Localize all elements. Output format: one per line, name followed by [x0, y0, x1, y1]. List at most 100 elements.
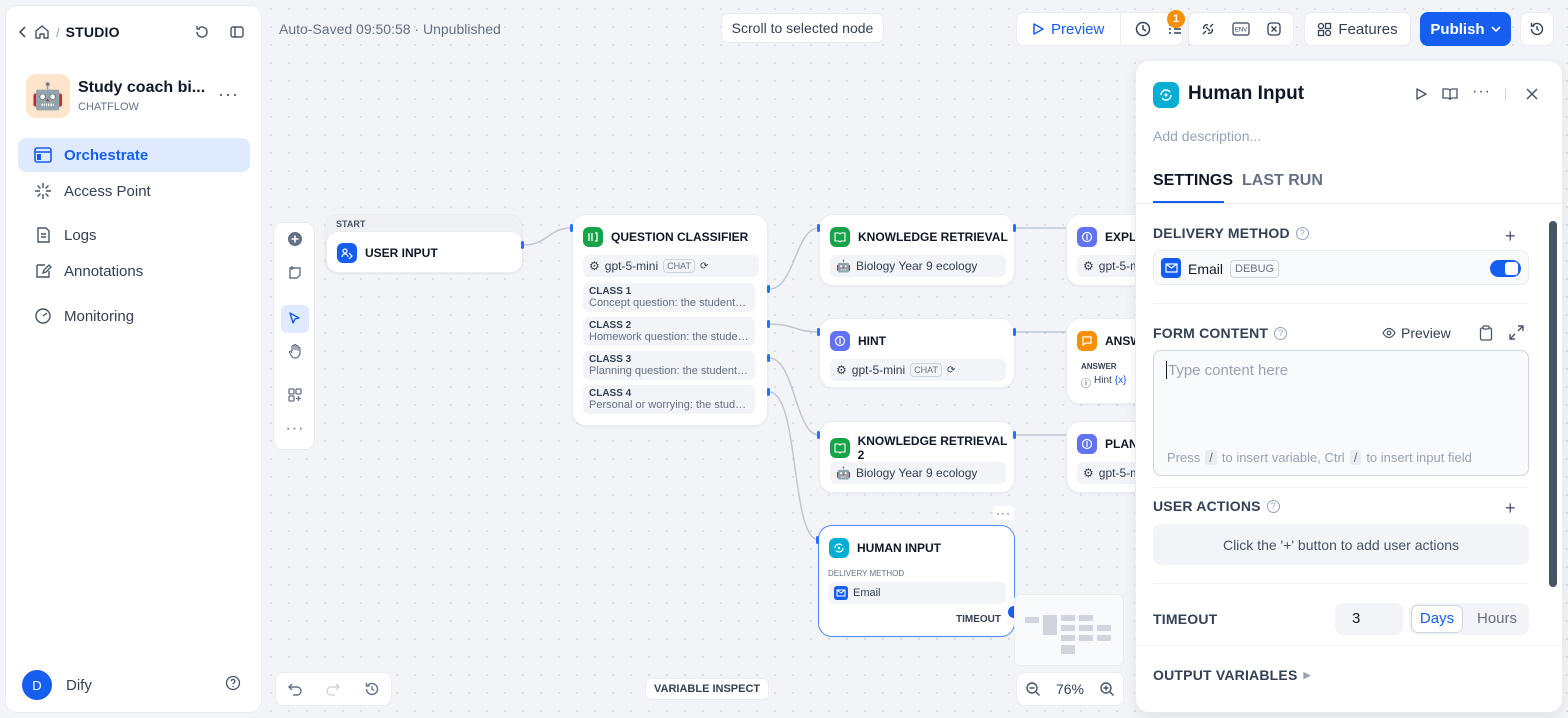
timeout-unit-toggle: Days Hours	[1409, 603, 1529, 635]
node-handle[interactable]	[521, 241, 524, 249]
delivery-chip: Email	[828, 582, 1006, 604]
node-handle[interactable]	[817, 224, 820, 232]
form-preview-button[interactable]: Preview	[1382, 325, 1451, 341]
timeout-input[interactable]: 3	[1335, 603, 1403, 635]
node-handle[interactable]	[817, 328, 820, 336]
model-chip: ⚙ gpt-5-mini CHAT ⟳	[583, 255, 759, 277]
delivery-method-row: Email DEBUG	[1153, 250, 1529, 285]
llm-icon	[830, 331, 850, 351]
mail-icon	[834, 586, 848, 600]
zoom-level[interactable]: 76%	[1056, 681, 1084, 697]
node-title: USER INPUT	[365, 246, 438, 260]
node-title: KNOWLEDGE RETRIEVAL 2	[857, 434, 1008, 462]
node-handle[interactable]	[1013, 431, 1016, 439]
openai-icon: ⚙	[836, 363, 847, 377]
close-icon[interactable]	[1526, 88, 1538, 100]
node-handle[interactable]	[767, 388, 770, 396]
zoom-controls: 76%	[1016, 672, 1124, 706]
settings-icon: ⟳	[699, 260, 709, 272]
human-input-icon	[829, 538, 849, 558]
debug-tag: DEBUG	[1230, 260, 1280, 278]
expand-icon[interactable]	[1509, 325, 1524, 340]
user-input-icon	[337, 243, 357, 263]
run-icon[interactable]	[1414, 87, 1428, 101]
form-content-heading: FORM CONTENT?	[1153, 325, 1288, 341]
model-name: gpt-5-m	[1098, 466, 1141, 480]
zoom-out-icon[interactable]	[1025, 681, 1041, 697]
description-input[interactable]: Add description...	[1153, 128, 1261, 144]
form-content-editor[interactable]: Type content here Press / to insert vari…	[1153, 350, 1529, 476]
settings-icon: ⟳	[946, 364, 956, 376]
node-handle[interactable]	[767, 285, 770, 293]
start-tag: START	[336, 219, 366, 229]
more-icon[interactable]: ···	[1472, 83, 1491, 101]
node-handle[interactable]	[570, 224, 573, 232]
eye-icon	[1382, 327, 1396, 339]
node-hint[interactable]: HINT ⚙ gpt-5-mini CHAT ⟳	[819, 318, 1015, 388]
node-knowledge-retrieval-2[interactable]: KNOWLEDGE RETRIEVAL 2 🤖 Biology Year 9 ec…	[819, 421, 1015, 493]
node-planning[interactable]: PLANN ⚙ gpt-5-m	[1066, 421, 1147, 493]
tab-last-run[interactable]: LAST RUN	[1242, 172, 1323, 190]
model-name: gpt-5-mini	[604, 259, 659, 273]
class-item: CLASS 2 Homework question: the student ..…	[583, 317, 755, 346]
caret-right-icon: ▶	[1303, 669, 1311, 680]
node-handle[interactable]	[767, 354, 770, 362]
node-explanation[interactable]: EXPLA ⚙ gpt-5-m	[1066, 214, 1147, 286]
node-start[interactable]: START USER INPUT	[325, 214, 523, 273]
node-title: HINT	[858, 334, 886, 348]
node-answer[interactable]: ANSW ANSWER ⓘ Hint {x}	[1066, 318, 1146, 404]
delivery-name: Email	[853, 587, 881, 599]
node-human-input[interactable]: HUMAN INPUT DELIVERY METHOD Email TIMEOU…	[818, 525, 1015, 637]
delivery-method-label: DELIVERY METHOD	[828, 569, 905, 578]
zoom-in-icon[interactable]	[1099, 681, 1115, 697]
node-handle[interactable]	[767, 320, 770, 328]
book-open-icon[interactable]	[1442, 87, 1458, 101]
output-variables-heading[interactable]: OUTPUT VARIABLES ▶	[1153, 667, 1311, 683]
redo-icon[interactable]	[325, 682, 341, 696]
history-icon[interactable]	[364, 681, 380, 697]
class-item: CLASS 3 Planning question: the student as…	[583, 351, 755, 380]
class-item: CLASS 1 Concept question: the student wa.…	[583, 283, 755, 312]
node-handle[interactable]	[816, 536, 819, 544]
add-delivery-icon[interactable]: +	[1505, 226, 1516, 247]
delivery-method-heading: DELIVERY METHOD?	[1153, 225, 1309, 241]
delivery-method-name: Email	[1188, 261, 1224, 277]
tab-settings[interactable]: SETTINGS	[1153, 172, 1233, 190]
clipboard-icon[interactable]	[1479, 325, 1493, 341]
node-handle[interactable]	[817, 431, 820, 439]
undo-icon[interactable]	[287, 682, 303, 696]
model-name: gpt-5-m	[1098, 259, 1141, 273]
unit-days[interactable]: Days	[1411, 605, 1463, 633]
scrollbar[interactable]	[1549, 221, 1557, 587]
model-name: gpt-5-mini	[851, 363, 906, 377]
openai-icon: ⚙	[589, 259, 600, 273]
dataset-chip: 🤖 Biology Year 9 ecology	[830, 255, 1006, 277]
robot-icon: 🤖	[836, 466, 851, 480]
user-actions-empty: Click the '+' button to add user actions	[1153, 524, 1529, 565]
node-settings-panel: Human Input ··· Add description... SETTI…	[1135, 60, 1563, 713]
node-more-icon[interactable]: ···	[993, 506, 1014, 520]
node-title: QUESTION CLASSIFIER	[611, 230, 749, 244]
dataset-name: Biology Year 9 ecology	[855, 466, 978, 480]
node-handle[interactable]	[1013, 224, 1016, 232]
minimap-preview	[1025, 615, 1111, 654]
human-input-icon	[1153, 82, 1179, 108]
answer-icon	[1077, 331, 1097, 351]
node-knowledge-retrieval[interactable]: KNOWLEDGE RETRIEVAL 🤖 Biology Year 9 ecol…	[819, 214, 1015, 286]
dataset-chip: 🤖 Biology Year 9 ecology	[830, 462, 1006, 484]
variable-inspect-button[interactable]: VARIABLE INSPECT	[645, 678, 770, 700]
node-title: HUMAN INPUT	[857, 541, 941, 555]
robot-icon: 🤖	[836, 259, 851, 273]
class-item: CLASS 4 Personal or worrying: the student…	[583, 385, 755, 414]
answer-refs: ⓘ Hint {x}	[1081, 375, 1127, 390]
unit-hours[interactable]: Hours	[1469, 605, 1525, 633]
delivery-toggle[interactable]	[1490, 260, 1521, 277]
panel-title[interactable]: Human Input	[1188, 83, 1304, 105]
timeout-label: TIMEOUT	[956, 614, 1001, 625]
help-icon: ?	[1274, 326, 1288, 340]
node-question-classifier[interactable]: QUESTION CLASSIFIER ⚙ gpt-5-mini CHAT ⟳ …	[572, 214, 768, 426]
minimap[interactable]	[1014, 594, 1124, 666]
form-content-placeholder: Type content here	[1168, 362, 1289, 379]
add-user-action-icon[interactable]: +	[1505, 498, 1516, 519]
node-handle[interactable]	[1013, 328, 1016, 336]
